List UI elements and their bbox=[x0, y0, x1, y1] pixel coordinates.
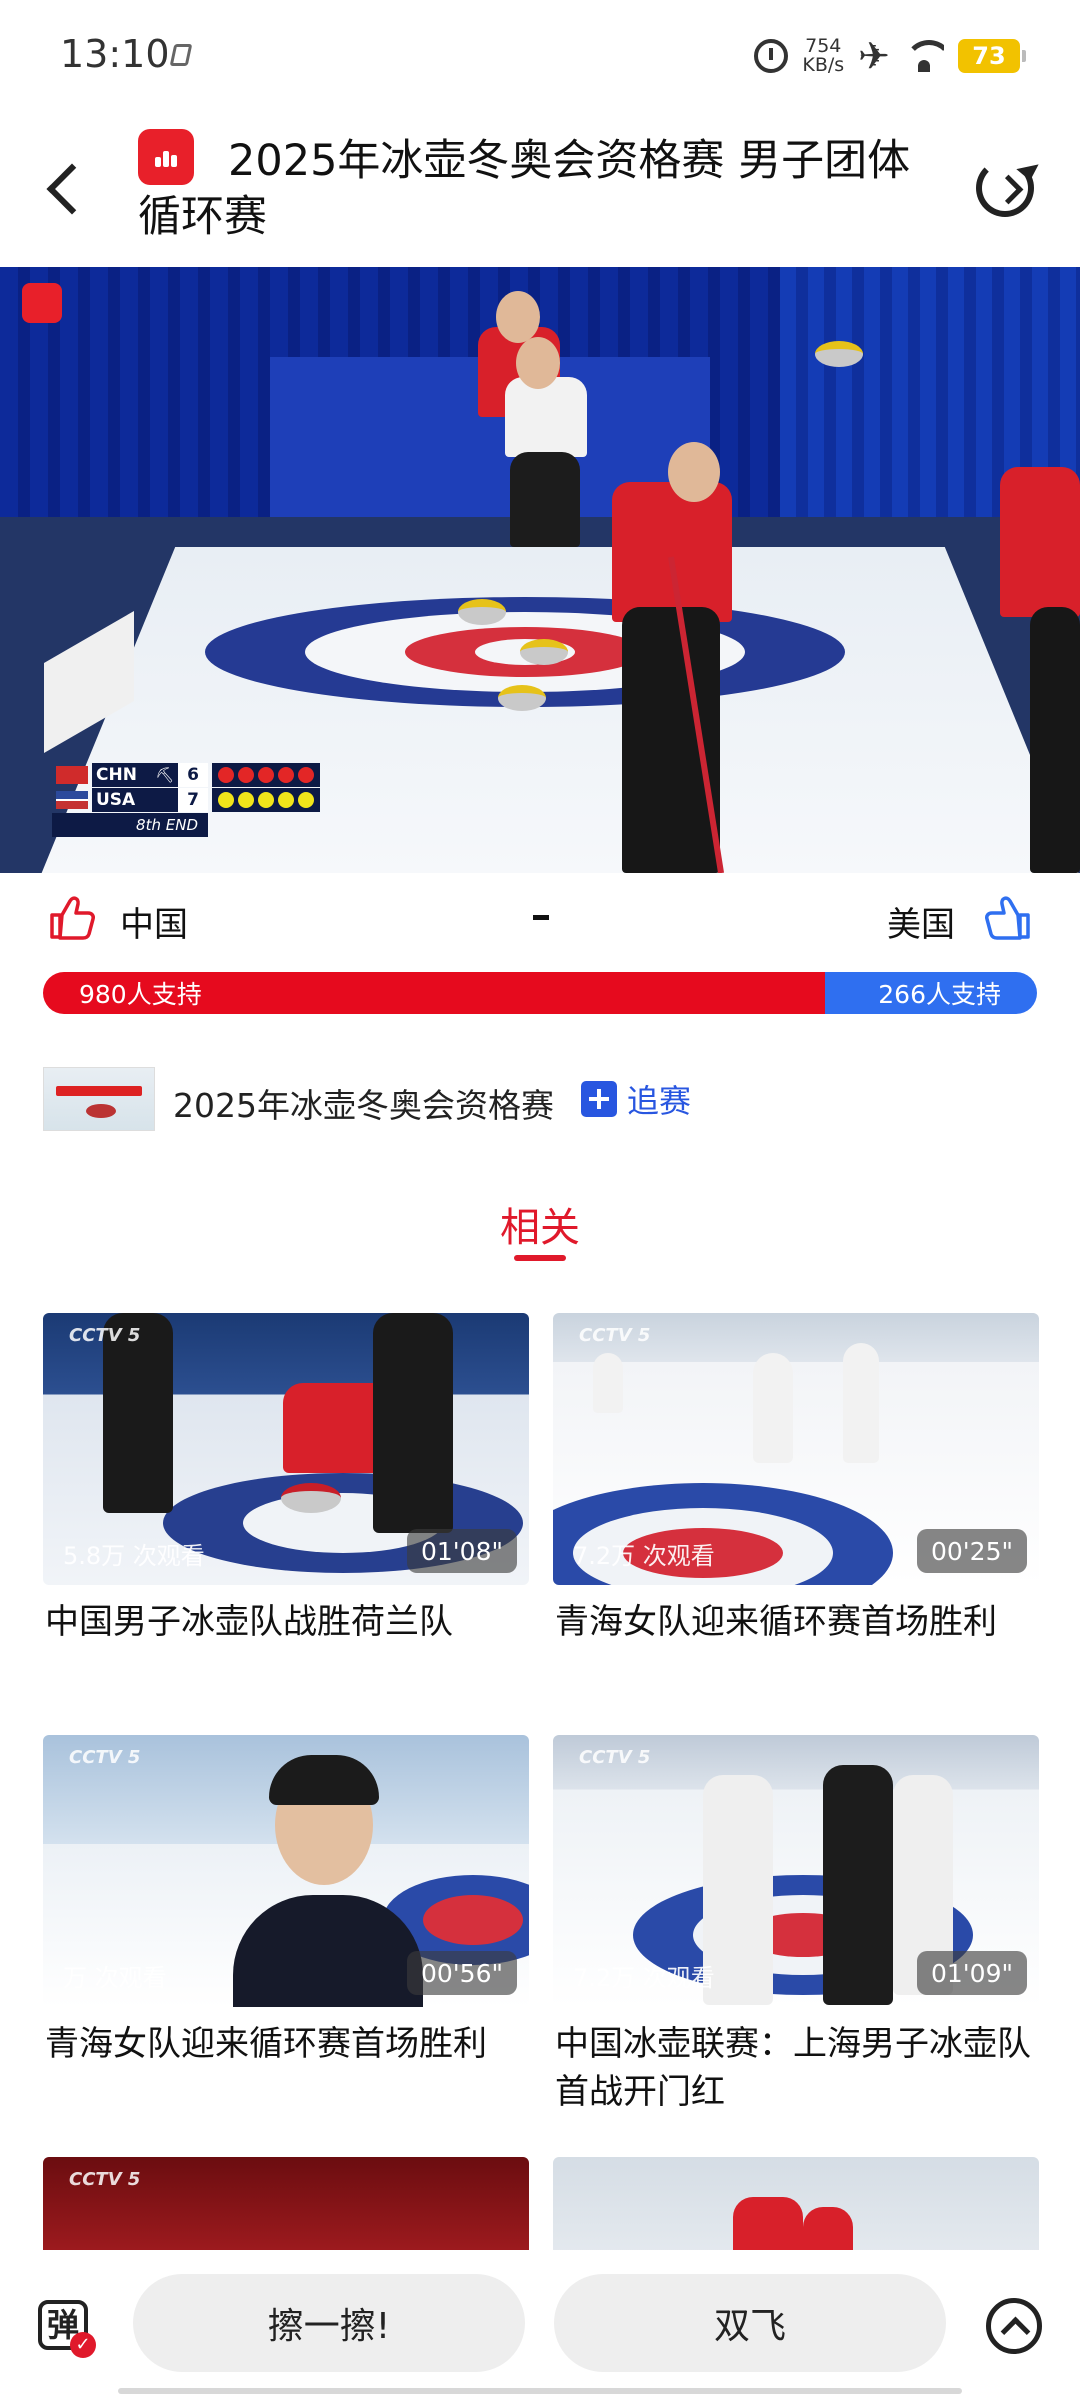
tab-indicator bbox=[514, 1255, 566, 1261]
follow-label: 追赛 bbox=[627, 1082, 692, 1120]
status-icons: 754 KB/s ✈ 73 bbox=[754, 34, 1026, 78]
video-duration: 00'25" bbox=[917, 1529, 1027, 1573]
team-right-label: 美国 bbox=[887, 905, 955, 945]
event-row[interactable]: 2025年冰壶冬奥会资格赛 追赛 bbox=[43, 1067, 1037, 1133]
scroll-to-top-icon[interactable] bbox=[986, 2298, 1042, 2354]
plus-icon bbox=[581, 1081, 617, 1117]
cctv-logo: CCTV 5 bbox=[579, 1325, 651, 1346]
score-points: 7 bbox=[178, 788, 208, 812]
support-bar: 980人支持 266人支持 bbox=[43, 972, 1037, 1014]
net-speed-unit: KB/s bbox=[802, 54, 845, 76]
status-bar: 13:10 754 KB/s ✈ 73 bbox=[0, 0, 1080, 110]
cctv-logo: CCTV 5 bbox=[69, 1747, 141, 1768]
view-count: 万 次观看 bbox=[63, 1964, 167, 1992]
notification-icon bbox=[169, 44, 193, 66]
follow-event-button[interactable]: 追赛 bbox=[581, 1079, 692, 1120]
video-duration: 01'09" bbox=[917, 1951, 1027, 1995]
support-left: 980人支持 bbox=[43, 972, 825, 1014]
score-end: 8th END bbox=[52, 813, 208, 837]
score-team-code: USA bbox=[92, 788, 152, 812]
back-arrow-icon[interactable] bbox=[46, 163, 98, 215]
score-team-code: CHN bbox=[92, 763, 152, 787]
cctv-logo: CCTV 5 bbox=[579, 1747, 651, 1768]
view-count: 5.8万 次观看 bbox=[63, 1542, 205, 1570]
cctv-logo: CCTV 5 bbox=[69, 1325, 141, 1346]
stones-remaining bbox=[212, 763, 320, 787]
alarm-icon bbox=[754, 39, 789, 73]
usa-flag-icon bbox=[56, 791, 88, 809]
header: 2025年冰壶冬奥会资格赛 男子团体循环赛 bbox=[0, 115, 1080, 265]
action-button-right[interactable]: 双飞 bbox=[554, 2274, 946, 2372]
score-row-usa: USA 7 bbox=[52, 788, 348, 812]
hammer-slot bbox=[152, 788, 178, 812]
score-row-chn: CHN ⛏ 6 bbox=[52, 763, 348, 787]
app-logo-icon bbox=[138, 129, 194, 185]
thumbs-up-icon-china[interactable] bbox=[46, 893, 96, 943]
event-thumbnail bbox=[43, 1067, 155, 1131]
action-button-left[interactable]: 擦一擦! bbox=[133, 2274, 525, 2372]
bottom-bar: 弹 擦一擦! 双飞 bbox=[0, 2250, 1080, 2400]
video-title: 青海女队迎来循环赛首场胜利 bbox=[45, 2024, 487, 2064]
video-title: 中国冰壶联赛：上海男子冰壶队首战开门红 bbox=[555, 2024, 1031, 2112]
view-count: 7.2万 次观看 bbox=[573, 1964, 715, 1992]
wifi-icon bbox=[904, 40, 944, 72]
video-duration: 01'08" bbox=[407, 1529, 517, 1573]
danmaku-toggle-icon[interactable]: 弹 bbox=[38, 2300, 96, 2358]
video-title: 中国男子冰壶队战胜荷兰队 bbox=[45, 1602, 453, 1642]
tab-related[interactable]: 相关 bbox=[0, 1195, 1080, 1253]
vote-separator bbox=[533, 915, 549, 920]
stones-remaining bbox=[212, 788, 320, 812]
event-name: 2025年冰壶冬奥会资格赛 bbox=[173, 1086, 554, 1125]
network-speed: 754 KB/s bbox=[802, 37, 844, 75]
china-flag-icon bbox=[56, 766, 88, 784]
cctv-logo: CCTV 5 bbox=[69, 2169, 141, 2190]
vote-row: 中国 美国 bbox=[0, 885, 1080, 951]
page-title: 2025年冰壶冬奥会资格赛 男子团体循环赛 bbox=[138, 136, 911, 242]
video-thumbnail: CCTV 5 万 次观看 00'56" bbox=[43, 1735, 529, 2007]
hammer-icon: ⛏ bbox=[152, 763, 178, 787]
video-title: 青海女队迎来循环赛首场胜利 bbox=[555, 1602, 997, 1642]
team-left-label: 中国 bbox=[120, 905, 188, 945]
view-count: 7.2万 次观看 bbox=[573, 1542, 715, 1570]
support-right: 266人支持 bbox=[824, 972, 1037, 1014]
status-time: 13:10 bbox=[60, 32, 170, 76]
video-thumbnail: CCTV 5 7.2万 次观看 01'09" bbox=[553, 1735, 1039, 2007]
battery-icon: 73 bbox=[958, 39, 1026, 73]
airplane-icon: ✈ bbox=[858, 34, 890, 78]
home-indicator bbox=[118, 2388, 962, 2394]
video-duration: 00'56" bbox=[407, 1951, 517, 1995]
channel-watermark-icon bbox=[22, 283, 62, 323]
score-points: 6 bbox=[178, 763, 208, 787]
scoreboard: CHN ⛏ 6 USA 7 8th END bbox=[52, 763, 348, 837]
video-thumbnail: CCTV 5 5.8万 次观看 01'08" bbox=[43, 1313, 529, 1585]
video-thumbnail: CCTV 5 7.2万 次观看 00'25" bbox=[553, 1313, 1039, 1585]
refresh-icon[interactable] bbox=[976, 159, 1034, 217]
video-player[interactable]: CHN ⛏ 6 USA 7 8th END bbox=[0, 267, 1080, 873]
thumbs-up-icon-usa[interactable] bbox=[984, 893, 1034, 943]
